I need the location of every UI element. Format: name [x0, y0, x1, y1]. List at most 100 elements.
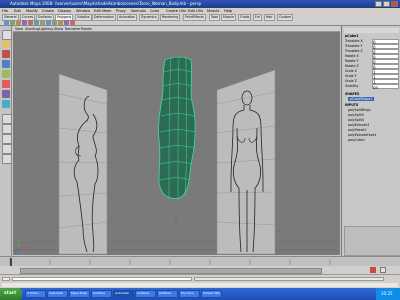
shelf-tab-toon[interactable]: Toon [209, 14, 221, 21]
layout-two-icon[interactable] [2, 134, 12, 144]
input-node[interactable]: polyExtrudeFace1 [348, 133, 376, 137]
taskbar-button[interactable]: Untitled [135, 290, 156, 298]
merge-icon[interactable] [52, 20, 57, 25]
menu-window[interactable]: Window [76, 9, 90, 13]
input-node[interactable]: polySplitRing1 [348, 108, 371, 112]
panel-menu-view[interactable]: View [15, 27, 23, 31]
shelf-tab-subdivs[interactable]: Subdivs [75, 14, 92, 21]
menu-edit-uvs[interactable]: Edit UVs [188, 9, 203, 13]
taskbar-button[interactable]: Untitled [157, 290, 178, 298]
panel-menu-show[interactable]: Show [54, 27, 63, 31]
range-slider[interactable] [0, 266, 400, 274]
shelf-tab-fur[interactable]: Fur [253, 14, 262, 21]
rotate-tool-icon[interactable] [2, 70, 10, 78]
paint-select-icon[interactable] [2, 50, 10, 58]
channel-value-visibility[interactable]: on [372, 84, 399, 90]
taskbar-button[interactable]: Maya Help [69, 290, 90, 298]
panel-menu-shading[interactable]: Shading [25, 27, 39, 31]
system-tray: 10:25 [376, 288, 400, 300]
menu-create-uvs[interactable]: Create UVs [166, 9, 186, 13]
menu-muscle[interactable]: Muscle [207, 9, 219, 13]
layout-graph-icon[interactable] [2, 154, 12, 164]
start-button[interactable]: start [0, 288, 22, 300]
mel-toggle[interactable] [2, 277, 10, 281]
menu-help[interactable]: Help [224, 9, 232, 13]
bevel-icon[interactable] [40, 20, 45, 25]
poly-plane-icon[interactable] [22, 20, 27, 25]
shelf-tab-custom[interactable]: Custom [277, 14, 294, 21]
channel-name-visibility: Visibility [345, 84, 359, 88]
input-node[interactable]: polyCube1 [348, 138, 365, 142]
shape-node[interactable]: pCubeShape1 [348, 97, 375, 101]
menu-file[interactable]: File [2, 9, 8, 13]
mirror-icon[interactable] [70, 20, 75, 25]
smooth-icon[interactable] [58, 20, 63, 25]
move-tool-icon[interactable] [2, 60, 10, 68]
soft-mod-icon[interactable] [2, 100, 10, 108]
menu-color[interactable]: Color [150, 9, 159, 13]
close-button[interactable] [391, 1, 398, 7]
menu-proxy[interactable]: Proxy [116, 9, 126, 13]
select-tool-icon[interactable] [2, 30, 12, 40]
input-node[interactable]: polyTweak1 [348, 128, 367, 132]
input-node[interactable]: polyExtrude3 [348, 123, 369, 127]
viewport-persp[interactable] [13, 32, 340, 255]
taskbar-button[interactable]: Output Win [201, 290, 222, 298]
shelf-tab-muscle[interactable]: Muscle [221, 14, 237, 21]
input-node[interactable]: polySplit4 [348, 118, 364, 122]
minimize-button[interactable] [375, 1, 382, 7]
layer-editor[interactable] [344, 226, 400, 256]
shelf-tab-dynamics[interactable]: Dynamics [139, 14, 159, 21]
menu-normals[interactable]: Normals [131, 9, 146, 13]
current-frame-marker[interactable] [10, 258, 12, 266]
shelf-tab-rendering[interactable]: Rendering [160, 14, 181, 21]
taskbar-button[interactable]: My Docs [179, 290, 200, 298]
shelf-tab-painteffects[interactable]: PaintEffects [183, 14, 206, 21]
channel-box-object-name[interactable]: pCube1 [345, 34, 359, 38]
menu-display[interactable]: Display [58, 9, 71, 13]
poly-sphere-icon[interactable] [10, 20, 15, 25]
channel-name-rotate-y: Rotate Y [345, 59, 359, 63]
layout-outliner-icon[interactable] [2, 144, 12, 154]
poly-torus-icon[interactable] [28, 20, 33, 25]
toolbox [0, 26, 12, 256]
preferences-icon[interactable] [380, 267, 386, 273]
side-reference-plane[interactable] [58, 73, 108, 255]
manipulator-tool-icon[interactable] [2, 90, 10, 98]
front-reference-plane[interactable] [216, 69, 276, 255]
time-slider[interactable] [0, 256, 400, 266]
poly-cylinder-icon[interactable] [16, 20, 21, 25]
auto-key-icon[interactable] [370, 267, 376, 273]
shelf-tab-deformation[interactable]: Deformation [92, 14, 116, 21]
channel-box-menu[interactable] [344, 28, 399, 33]
extrude-icon[interactable] [34, 20, 39, 25]
split-icon[interactable] [46, 20, 51, 25]
lasso-tool-icon[interactable] [2, 40, 10, 48]
input-node[interactable]: polySplit5 [348, 113, 364, 117]
combine-icon[interactable] [64, 20, 69, 25]
shelf: General Curves Surfaces Polygons Subdivs… [0, 14, 400, 26]
channel-box: pCube1 Translate X 0 Translate Y 0 Trans… [341, 26, 400, 256]
shelf-tab-animation[interactable]: Animation [117, 14, 138, 21]
menu-edit[interactable]: Edit [14, 9, 21, 13]
torso-mesh[interactable] [158, 56, 196, 200]
poly-cube-icon[interactable] [4, 20, 9, 25]
command-line [0, 274, 400, 288]
taskbar-button[interactable]: 3 Wind... [25, 290, 46, 298]
maximize-button[interactable] [383, 1, 390, 7]
menu-create[interactable]: Create [42, 9, 54, 13]
panel-menu-renderer[interactable]: Renderer [65, 27, 80, 31]
layout-single-icon[interactable] [2, 114, 12, 124]
taskbar-button[interactable]: Untitled [91, 290, 112, 298]
shelf-tab-hair[interactable]: Hair [264, 14, 275, 21]
menu-modify[interactable]: Modify [26, 9, 38, 13]
shelf-tab-fluids[interactable]: Fluids [238, 14, 252, 21]
layout-four-icon[interactable] [2, 124, 12, 134]
taskbar-button[interactable]: Autodesk [47, 290, 68, 298]
panel-menu-lighting[interactable]: Lighting [39, 27, 53, 31]
scale-tool-icon[interactable] [2, 80, 10, 88]
command-input[interactable] [12, 277, 192, 281]
panel-menu-panels[interactable]: Panels [81, 27, 92, 31]
taskbar-button[interactable]: Autodesk [113, 290, 134, 298]
menu-edit-mesh[interactable]: Edit Mesh [94, 9, 112, 13]
